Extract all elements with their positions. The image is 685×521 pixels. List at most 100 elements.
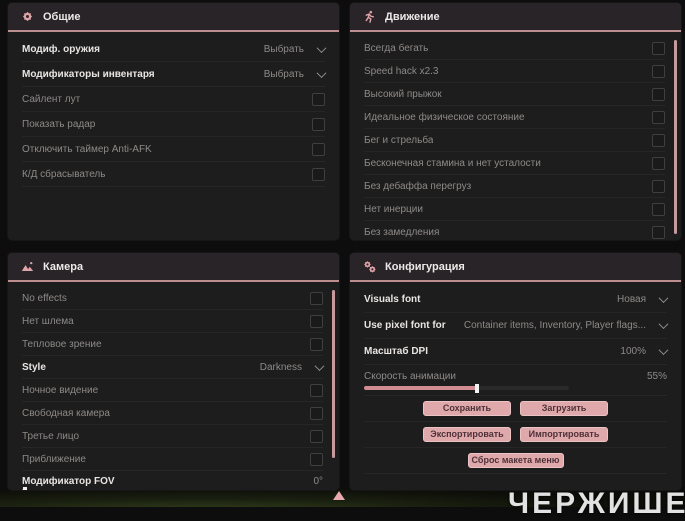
load-button[interactable]: Загрузить [520,401,608,416]
setting-row: Свободная камера [22,402,323,425]
background-text: ЧЕРЖИШЕ [508,487,685,520]
button-row: Экспортировать Импортировать [364,422,667,448]
setting-label: Модификаторы инвентаря [22,68,155,80]
checkbox[interactable] [652,41,665,55]
setting-label: Use pixel font for [364,320,446,331]
panel-title: Движение [385,10,440,23]
animation-speed-row: Скорость анимации 55% [364,365,667,396]
panel-config: Конфигурация Visuals font Новая Use pixe… [350,253,681,490]
dropdown-value: Darkness [259,361,302,373]
panel-title: Камера [43,260,84,273]
fov-modifier-row: Модификатор FOV 0° [22,471,323,490]
checkbox[interactable] [312,117,325,131]
setting-label: Свободная камера [22,407,110,419]
checkbox[interactable] [310,314,323,328]
style-dropdown[interactable]: Darkness [259,360,325,373]
dropdown-value: Новая [617,294,646,305]
checkbox[interactable] [312,92,325,106]
setting-label: Идеальное физическое состояние [364,111,525,123]
checkbox[interactable] [652,179,665,193]
setting-row: Speed hack x2.3 [364,60,665,83]
reset-menu-layout-button[interactable]: Сброс макета меню [467,453,564,468]
panel-camera-header: Камера [8,253,339,282]
checkbox[interactable] [652,133,665,147]
import-button[interactable]: Импортировать [520,427,608,442]
dpi-scale-dropdown[interactable]: 100% [620,345,669,357]
checkbox[interactable] [652,225,665,239]
panel-movement-header: Движение [350,3,681,32]
setting-row: Приближение [22,448,323,471]
panel-camera: Камера No effects Нет шлема Тепловое зре… [8,253,339,490]
gear-icon [21,10,34,23]
fov-slider[interactable] [22,487,322,490]
setting-row: Высокий прыжок [364,83,665,106]
cursor-icon [333,491,345,500]
setting-row: Масштаб DPI 100% [364,339,669,365]
setting-row: Всегда бегать [364,37,665,60]
checkbox[interactable] [310,452,323,466]
checkbox[interactable] [310,337,323,351]
setting-label: Масштаб DPI [364,346,428,357]
scrollbar[interactable] [674,40,677,234]
animation-speed-value: 55% [646,370,667,382]
panel-general: Общие Модиф. оружия Выбрать Модификаторы… [8,3,339,240]
setting-label: No effects [22,292,67,304]
runner-icon [363,10,376,23]
setting-row: Style Darkness [22,356,325,379]
chevron-down-icon [316,42,327,53]
gears-icon [363,260,376,273]
save-button[interactable]: Сохранить [423,401,511,416]
animation-speed-slider[interactable] [364,383,569,393]
setting-row: Отключить таймер Anti-AFK [22,137,325,162]
checkbox[interactable] [652,87,665,101]
export-button[interactable]: Экспортировать [423,427,511,442]
checkbox[interactable] [310,291,323,305]
setting-row: Сайлент лут [22,87,325,112]
checkbox[interactable] [652,156,665,170]
panel-config-header: Конфигурация [350,253,681,282]
setting-row: Бесконечная стамина и нет усталости [364,152,665,175]
chevron-down-icon [658,293,669,304]
setting-row: Показать радар [22,112,325,137]
setting-label: Speed hack x2.3 [364,65,439,77]
setting-label: К/Д сбрасыватель [22,168,106,180]
checkbox[interactable] [312,142,325,156]
setting-row: Нет инерции [364,198,665,221]
checkbox[interactable] [310,429,323,443]
setting-label: Ночное видение [22,384,99,396]
setting-row: Модиф. оружия Выбрать [22,37,327,62]
setting-label: Тепловое зрение [22,338,102,350]
slider-handle[interactable] [23,487,27,490]
setting-label: Visuals font [364,294,421,305]
inventory-mod-dropdown[interactable]: Выбрать [263,67,327,80]
setting-label: Всегда бегать [364,42,429,54]
setting-label: Нет шлема [22,315,74,327]
setting-label: Сайлент лут [22,93,81,105]
setting-label: Модиф. оружия [22,43,100,55]
checkbox[interactable] [652,202,665,216]
scrollbar[interactable] [332,290,335,458]
weapon-mod-dropdown[interactable]: Выбрать [263,42,327,55]
setting-row: Без замедления [364,221,665,240]
pixel-font-dropdown[interactable]: Container items, Inventory, Player flags… [464,319,669,331]
checkbox[interactable] [310,383,323,397]
checkbox[interactable] [652,110,665,124]
checkbox[interactable] [310,406,323,420]
checkbox[interactable] [652,64,665,78]
setting-row: Тепловое зрение [22,333,323,356]
dropdown-value: Выбрать [263,68,304,80]
setting-row: Ночное видение [22,379,323,402]
setting-row: Бег и стрельба [364,129,665,152]
setting-label: Третье лицо [22,430,80,442]
visuals-font-dropdown[interactable]: Новая [617,293,669,305]
fov-value: 0° [313,476,323,487]
dropdown-value: Выбрать [263,43,304,55]
checkbox[interactable] [312,167,325,181]
setting-label: Style [22,361,46,373]
panel-movement: Движение Всегда бегать Speed hack x2.3 В… [350,3,681,240]
slider-handle[interactable] [474,383,479,393]
setting-row: Третье лицо [22,425,323,448]
setting-label: Модификатор FOV [22,476,115,487]
mountain-icon [21,260,34,273]
setting-label: Отключить таймер Anti-AFK [22,143,152,155]
